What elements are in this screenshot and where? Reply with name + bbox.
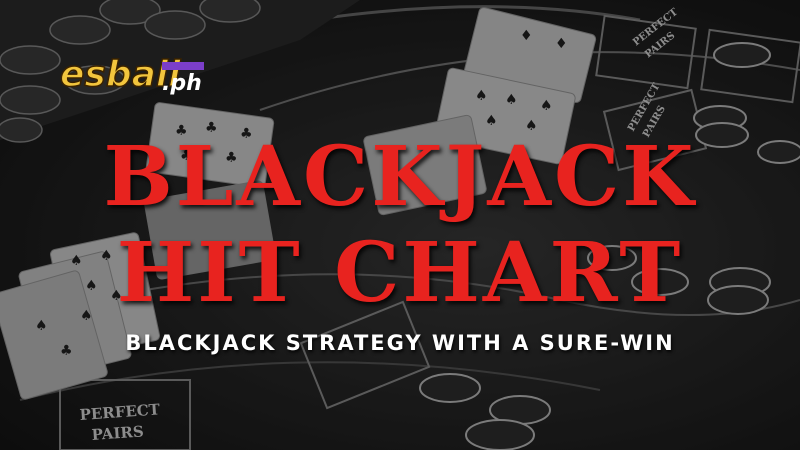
logo-accent-bar bbox=[162, 62, 204, 70]
logo-suffix-text: .ph bbox=[162, 71, 202, 96]
headline-line-1: BLACKJACK bbox=[103, 129, 697, 225]
subtitle-text: BLACKJACK STRATEGY WITH A SURE-WIN bbox=[125, 331, 675, 355]
banner: ♣♣♣ ♣♣ ♠♠♠ ♠♠ ♦♦ ♠♠♠ ♠♠ ♣♠ PERFECT PAIRS… bbox=[0, 0, 800, 450]
headline-line-2: HIT CHART bbox=[116, 225, 684, 321]
esball-logo: esball .ph bbox=[59, 53, 204, 96]
